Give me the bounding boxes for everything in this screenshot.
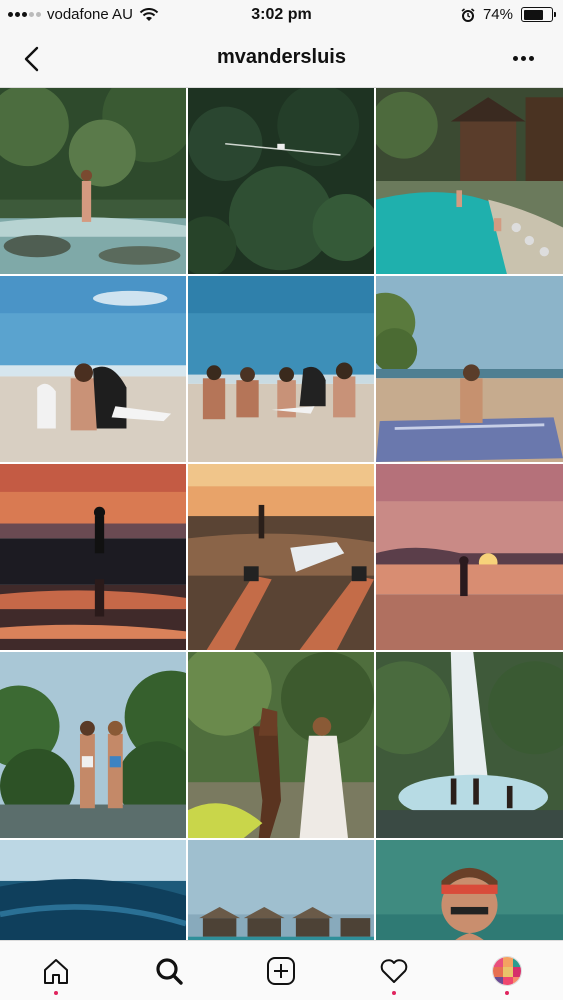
tab-new-post[interactable] [251, 943, 311, 999]
photo-tile[interactable] [188, 464, 374, 650]
photo-grid [0, 88, 563, 940]
photo-tile[interactable] [376, 276, 563, 462]
alarm-icon [461, 7, 475, 22]
profile-avatar [491, 955, 522, 986]
status-bar: vodafone AU 3:02 pm 74% [0, 0, 563, 30]
photo-tile[interactable] [376, 88, 563, 274]
new-post-icon [267, 956, 296, 985]
photo-tile[interactable] [376, 464, 563, 650]
photo-tile[interactable] [0, 276, 186, 462]
photo-tile[interactable] [188, 840, 374, 940]
notification-dot [392, 990, 397, 995]
photo-tile[interactable] [0, 464, 186, 650]
photo-tile[interactable] [188, 652, 374, 838]
photo-tile[interactable] [0, 88, 186, 274]
tab-home[interactable] [26, 943, 86, 999]
photo-tile[interactable] [188, 88, 374, 274]
notification-dot [504, 990, 509, 995]
tab-profile[interactable] [477, 943, 537, 999]
battery-percent: 74% [482, 6, 513, 23]
nav-header: mvandersluis [0, 30, 563, 88]
tab-bar [0, 940, 563, 1000]
photo-tile[interactable] [376, 840, 563, 940]
photo-tile[interactable] [0, 840, 186, 940]
battery-icon [521, 7, 556, 22]
heart-icon [380, 958, 408, 983]
home-icon [44, 958, 69, 984]
notification-dot [54, 990, 59, 995]
tab-activity[interactable] [364, 943, 424, 999]
more-options-button[interactable] [509, 48, 537, 68]
photo-tile[interactable] [188, 276, 374, 462]
photo-tile[interactable] [0, 652, 186, 838]
search-icon [156, 957, 183, 985]
tab-search[interactable] [139, 943, 199, 999]
page-title: mvandersluis [217, 46, 346, 68]
photo-tile[interactable] [376, 652, 563, 838]
